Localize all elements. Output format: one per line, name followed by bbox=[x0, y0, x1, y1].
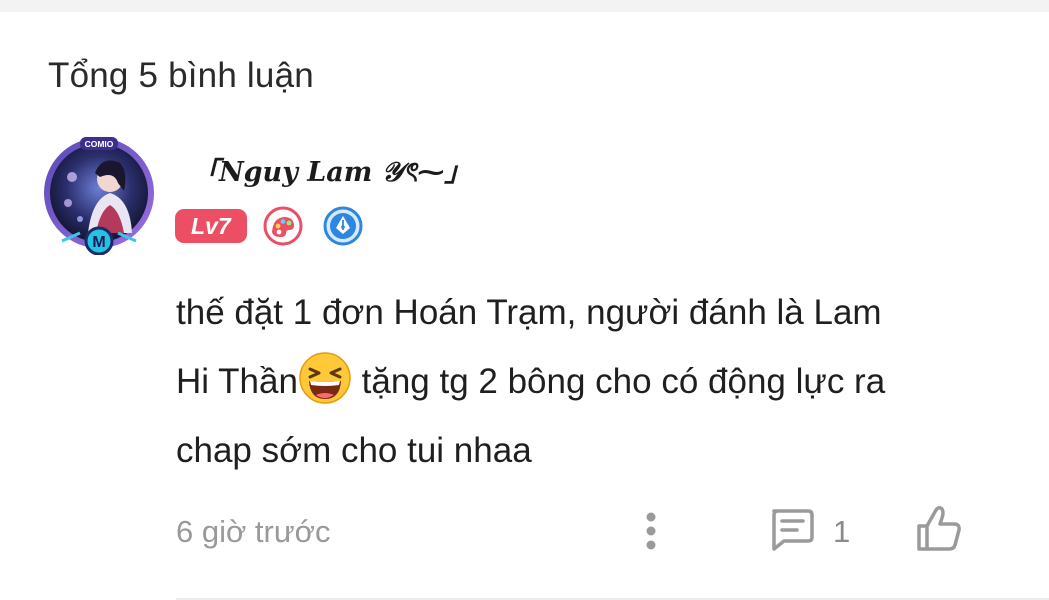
avatar-frame-tag: COMIO bbox=[85, 139, 114, 149]
reply-comment-icon[interactable] bbox=[766, 507, 816, 553]
comment-timestamp: 6 giờ trước bbox=[176, 514, 331, 549]
avatar-frame-letter: M bbox=[92, 234, 105, 251]
more-options-icon[interactable] bbox=[640, 509, 662, 553]
pen-nib-icon bbox=[323, 206, 363, 246]
comment-text-segment: tặng tg 2 bông cho có động lực ra bbox=[351, 362, 886, 401]
comment-line-1: thế đặt 1 đơn Hoán Trạm, người đánh là L… bbox=[176, 293, 882, 332]
level-badge: Lv7 bbox=[175, 209, 247, 243]
reply-count[interactable]: 1 bbox=[833, 514, 850, 550]
user-avatar[interactable]: COMIO M bbox=[40, 133, 158, 255]
user-badges: Lv7 bbox=[175, 206, 383, 246]
comment-body: thế đặt 1 đơn Hoán Trạm, người đánh là L… bbox=[176, 278, 1016, 485]
top-separator-strip bbox=[0, 0, 1049, 12]
comment-text-segment: Hi Thần bbox=[176, 362, 298, 401]
comment-username[interactable]: 「Nguy Lam 𝒴ৎ⁓」 bbox=[192, 150, 471, 197]
comment-line-2: Hi Thần tặng tg 2 bông cho có động lực r… bbox=[176, 347, 1016, 416]
comment-line-3: chap sớm cho tui nhaa bbox=[176, 431, 532, 470]
thumbs-up-icon[interactable] bbox=[914, 504, 964, 554]
art-palette-icon bbox=[263, 206, 303, 246]
grinning-squinting-face-icon bbox=[299, 352, 351, 404]
comments-total-title: Tổng 5 bình luận bbox=[48, 56, 314, 95]
